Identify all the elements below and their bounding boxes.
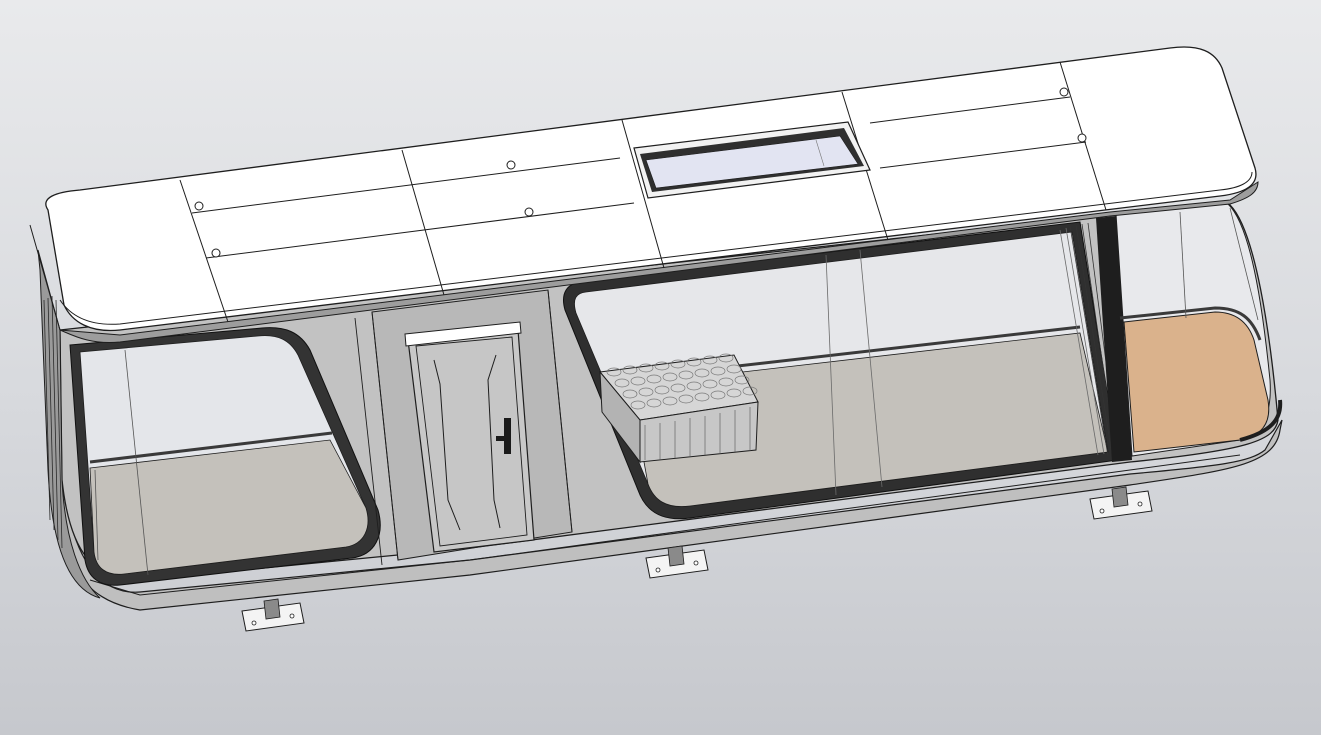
mount-bracket — [645, 545, 709, 579]
cad-viewport[interactable] — [0, 0, 1321, 735]
mount-bracket — [241, 598, 305, 632]
bathroom-floor — [1123, 311, 1270, 453]
mount-bracket — [1089, 486, 1153, 520]
capsule-house-model — [29, 46, 1283, 632]
